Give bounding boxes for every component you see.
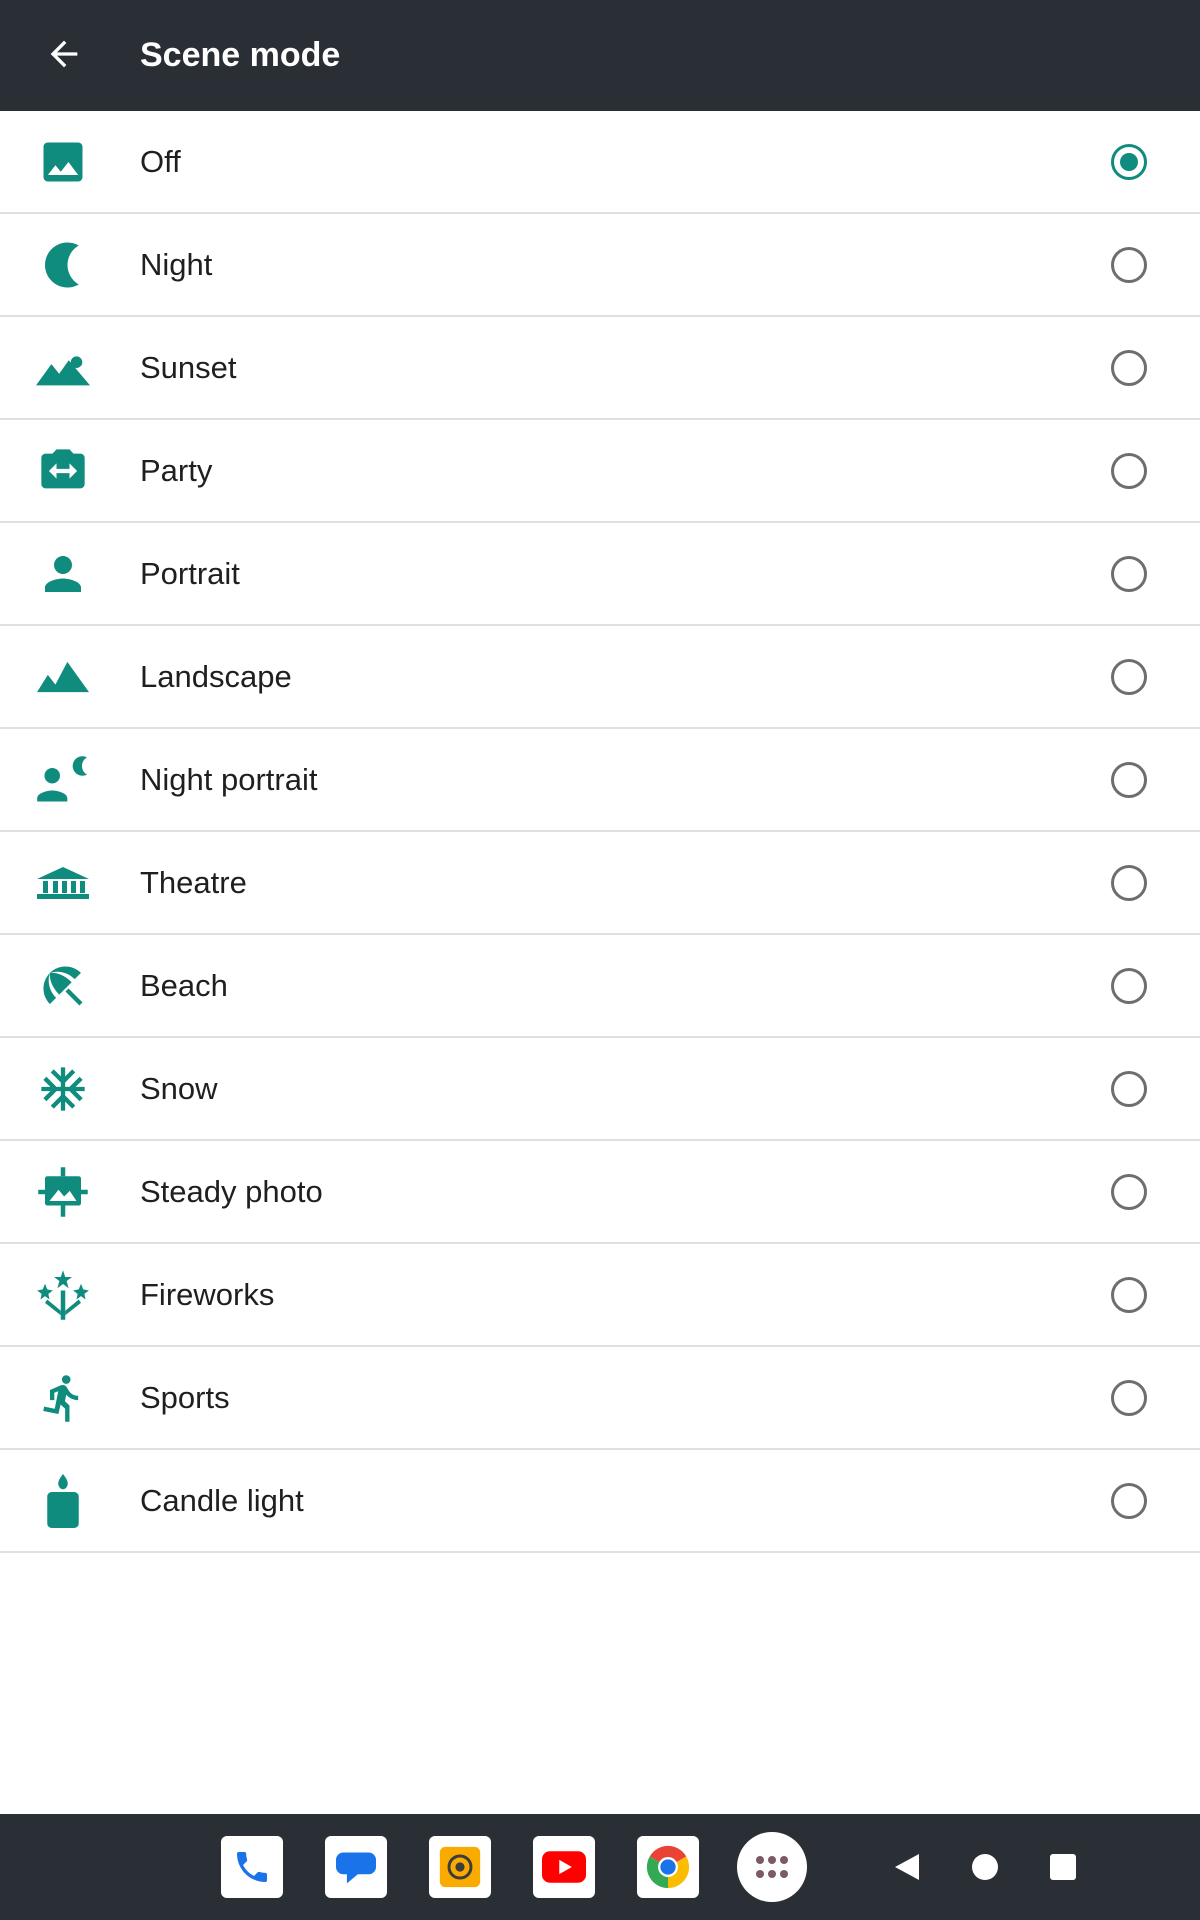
scene-option-theatre[interactable]: Theatre [0, 832, 1200, 935]
scene-option-night[interactable]: Night [0, 214, 1200, 317]
radio-button[interactable] [1111, 1380, 1147, 1416]
running-person-icon [30, 1371, 96, 1425]
scene-mode-screen: Scene mode Off Night Sunset Party Portra… [0, 0, 1200, 1920]
scene-option-snow[interactable]: Snow [0, 1038, 1200, 1141]
moon-icon [30, 238, 96, 292]
radio-button[interactable] [1111, 659, 1147, 695]
scene-option-label: Party [140, 453, 213, 488]
radio-button[interactable] [1111, 1174, 1147, 1210]
scene-option-label: Beach [140, 968, 228, 1003]
home-circle-icon[interactable] [960, 1842, 1010, 1892]
radio-button[interactable] [1111, 865, 1147, 901]
radio-button[interactable] [1111, 762, 1147, 798]
scene-option-candle-light[interactable]: Candle light [0, 1450, 1200, 1553]
arrow-back-icon [50, 40, 78, 68]
phone-app-icon[interactable] [221, 1836, 283, 1898]
scene-option-label: Snow [140, 1071, 218, 1106]
scene-option-label: Candle light [140, 1483, 304, 1518]
scene-option-label: Portrait [140, 556, 240, 591]
scene-option-sports[interactable]: Sports [0, 1347, 1200, 1450]
scene-option-beach[interactable]: Beach [0, 935, 1200, 1038]
back-button[interactable] [32, 22, 96, 86]
landscape-sun-icon [30, 341, 96, 395]
person-icon [30, 547, 96, 601]
scene-option-label: Night [140, 247, 213, 282]
snowflake-icon [30, 1062, 96, 1116]
radio-button[interactable] [1111, 350, 1147, 386]
back-triangle-icon[interactable] [882, 1842, 932, 1892]
radio-button[interactable] [1111, 968, 1147, 1004]
scene-option-sunset[interactable]: Sunset [0, 317, 1200, 420]
scene-option-label: Sports [140, 1380, 230, 1415]
radio-button[interactable] [1111, 1483, 1147, 1519]
radio-button[interactable] [1111, 247, 1147, 283]
page-title: Scene mode [140, 36, 341, 74]
candle-icon [30, 1474, 96, 1528]
radio-button[interactable] [1111, 1277, 1147, 1313]
scene-option-label: Landscape [140, 659, 292, 694]
radio-button-selected[interactable] [1111, 144, 1147, 180]
scene-option-label: Sunset [140, 350, 237, 385]
youtube-app-icon[interactable] [533, 1836, 595, 1898]
image-icon [30, 135, 96, 189]
beach-umbrella-icon [30, 959, 96, 1013]
scene-option-label: Night portrait [140, 762, 318, 797]
scene-option-label: Fireworks [140, 1277, 275, 1312]
scene-option-portrait[interactable]: Portrait [0, 523, 1200, 626]
scene-option-party[interactable]: Party [0, 420, 1200, 523]
scene-option-label: Steady photo [140, 1174, 323, 1209]
person-moon-icon [30, 753, 96, 807]
system-navigation-bar [0, 1814, 1200, 1920]
camera-app-icon[interactable] [429, 1836, 491, 1898]
scene-option-night-portrait[interactable]: Night portrait [0, 729, 1200, 832]
scene-option-landscape[interactable]: Landscape [0, 626, 1200, 729]
messages-app-icon[interactable] [325, 1836, 387, 1898]
top-app-bar: Scene mode [0, 0, 1200, 111]
theatre-building-icon [30, 856, 96, 910]
chrome-app-icon[interactable] [637, 1836, 699, 1898]
scene-option-label: Off [140, 144, 181, 179]
scene-option-off[interactable]: Off [0, 111, 1200, 214]
scene-option-fireworks[interactable]: Fireworks [0, 1244, 1200, 1347]
radio-button[interactable] [1111, 453, 1147, 489]
scene-option-label: Theatre [140, 865, 247, 900]
scene-option-steady-photo[interactable]: Steady photo [0, 1141, 1200, 1244]
camera-switch-icon [30, 444, 96, 498]
fireworks-icon [30, 1268, 96, 1322]
recents-square-icon[interactable] [1038, 1842, 1088, 1892]
steady-photo-icon [30, 1165, 96, 1219]
app-launcher-icon[interactable] [737, 1832, 807, 1902]
radio-button[interactable] [1111, 1071, 1147, 1107]
mountains-icon [30, 650, 96, 704]
scene-mode-list: Off Night Sunset Party Portrait Landscap… [0, 111, 1200, 1553]
radio-button[interactable] [1111, 556, 1147, 592]
